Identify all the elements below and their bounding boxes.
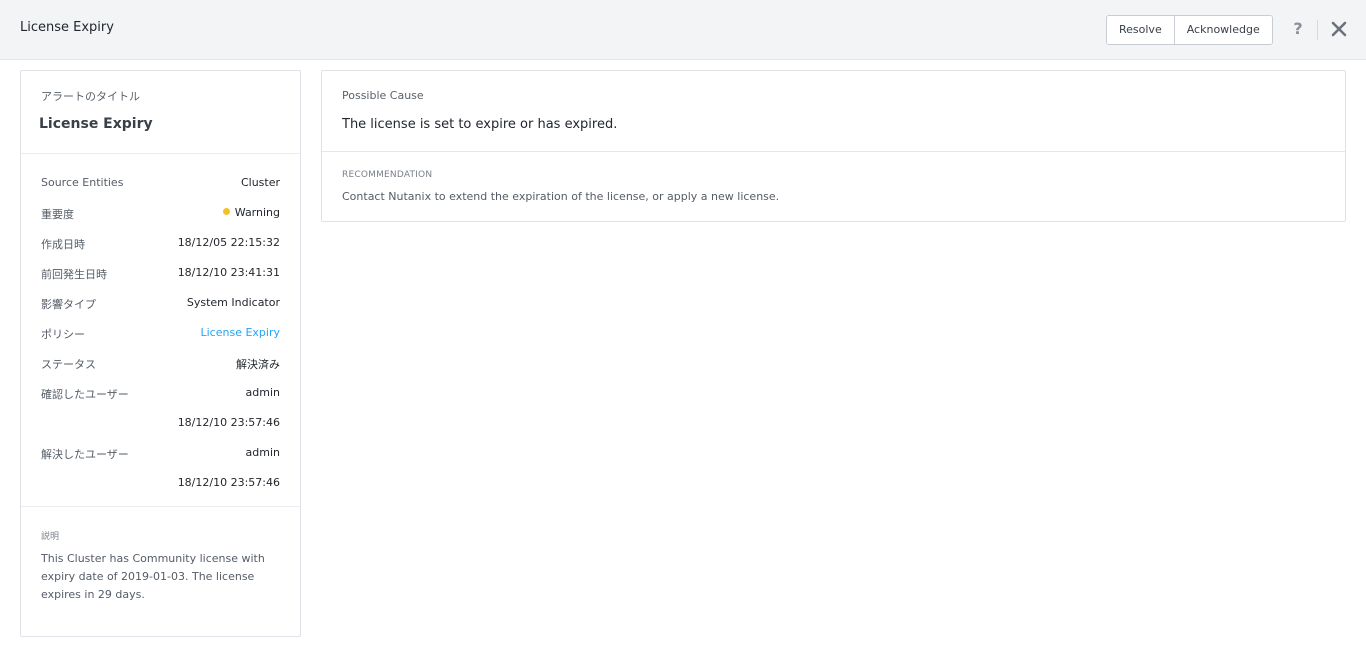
alert-title: License Expiry bbox=[39, 116, 153, 132]
help-icon[interactable]: ? bbox=[1288, 17, 1308, 41]
row-resolved-by: 解決したユーザー admin bbox=[41, 443, 280, 463]
severity-text: Warning bbox=[234, 206, 280, 219]
row-label: 解決したユーザー bbox=[41, 448, 129, 461]
row-last-occurred: 前回発生日時 18/12/10 23:41:31 bbox=[41, 263, 280, 283]
row-value: admin bbox=[245, 446, 280, 459]
policy-link[interactable]: License Expiry bbox=[201, 326, 281, 339]
row-label: ステータス bbox=[41, 358, 96, 371]
row-value: System Indicator bbox=[186, 296, 280, 309]
divider bbox=[322, 151, 1345, 152]
row-created-time: 作成日時 18/12/05 22:15:32 bbox=[41, 233, 280, 253]
recommendation-label: RECOMMENDATION bbox=[342, 170, 433, 180]
description-label: 説明 bbox=[41, 532, 60, 542]
row-value: 18/12/10 23:41:31 bbox=[177, 266, 280, 279]
row-value: 18/12/10 23:57:46 bbox=[177, 416, 280, 429]
row-label: Source Entities bbox=[41, 176, 124, 189]
row-label: 作成日時 bbox=[41, 238, 85, 251]
row-severity: 重要度 Warning bbox=[41, 203, 280, 223]
row-value: Cluster bbox=[240, 176, 280, 189]
resolve-button[interactable]: Resolve bbox=[1107, 16, 1174, 44]
row-source-entities: Source Entities Cluster bbox=[41, 173, 280, 193]
row-value: 解決済み bbox=[236, 358, 280, 371]
row-acknowledged-by: 確認したユーザー admin bbox=[41, 383, 280, 403]
row-label: 影響タイプ bbox=[41, 298, 96, 311]
row-acknowledged-time: 18/12/10 23:57:46 bbox=[41, 413, 280, 433]
row-label: ポリシー bbox=[41, 328, 85, 341]
row-value: 18/12/10 23:57:46 bbox=[177, 476, 280, 489]
divider bbox=[21, 506, 300, 507]
alert-summary-panel: アラートのタイトル License Expiry Source Entities… bbox=[20, 70, 301, 637]
alert-details-panel: Possible Cause The license is set to exp… bbox=[321, 70, 1346, 222]
possible-cause-label: Possible Cause bbox=[342, 89, 424, 102]
possible-cause-text: The license is set to expire or has expi… bbox=[342, 117, 618, 132]
recommendation-text: Contact Nutanix to extend the expiration… bbox=[342, 190, 780, 203]
row-label: 重要度 bbox=[41, 208, 74, 221]
row-resolved-time: 18/12/10 23:57:46 bbox=[41, 473, 280, 493]
severity-value: Warning bbox=[222, 206, 280, 219]
header-divider bbox=[1317, 20, 1318, 40]
row-status: ステータス 解決済み bbox=[41, 353, 280, 373]
description-text: This Cluster has Community license with … bbox=[41, 552, 265, 601]
warning-dot-icon bbox=[222, 208, 230, 215]
close-icon[interactable] bbox=[1328, 18, 1350, 40]
action-button-group: Resolve Acknowledge bbox=[1106, 15, 1273, 45]
row-impact-type: 影響タイプ System Indicator bbox=[41, 293, 280, 313]
alert-title-label: アラートのタイトル bbox=[41, 90, 140, 103]
page-title: License Expiry bbox=[20, 20, 114, 35]
row-label: 前回発生日時 bbox=[41, 268, 107, 281]
acknowledge-button[interactable]: Acknowledge bbox=[1173, 16, 1272, 44]
divider bbox=[21, 153, 300, 154]
row-policy: ポリシー License Expiry bbox=[41, 323, 280, 343]
row-label: 確認したユーザー bbox=[41, 388, 129, 401]
alert-header: License Expiry Resolve Acknowledge ? bbox=[0, 0, 1366, 60]
row-value: 18/12/05 22:15:32 bbox=[177, 236, 280, 249]
row-value: admin bbox=[245, 386, 280, 399]
